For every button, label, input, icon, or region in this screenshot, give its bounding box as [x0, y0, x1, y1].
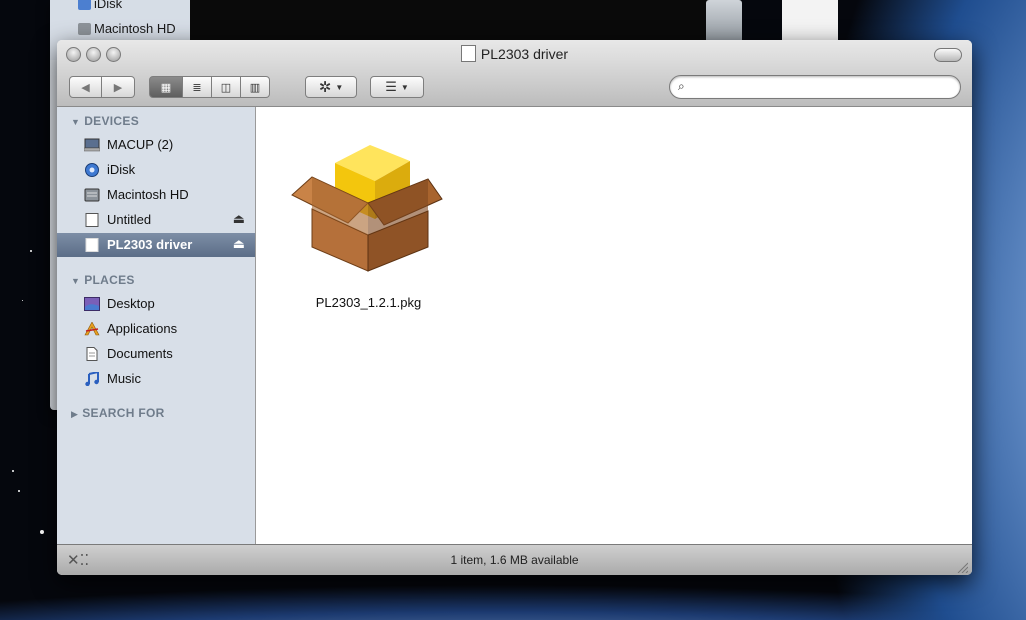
- sidebar-item-idisk[interactable]: iDisk: [57, 159, 255, 181]
- sidebar-item-pl2303-driver[interactable]: PL2303 driver ⏏: [57, 233, 255, 257]
- star: [40, 530, 44, 534]
- disclosure-triangle-icon: ▼: [71, 117, 81, 127]
- file-name: PL2303_1.2.1.pkg: [315, 295, 422, 310]
- window-title: PL2303 driver: [480, 46, 569, 62]
- disclosure-triangle-right-icon: ▶: [71, 409, 79, 419]
- sidebar-item-music[interactable]: Music: [57, 368, 255, 390]
- package-icon: [291, 145, 443, 272]
- star: [22, 300, 23, 301]
- column-view-button[interactable]: ◫: [212, 76, 241, 98]
- icon-view-button[interactable]: ▦: [149, 76, 183, 98]
- search-box[interactable]: ⌕: [669, 75, 961, 99]
- sidebar-section-devices[interactable]: ▼ DEVICES: [71, 114, 139, 128]
- sidebar-item-label: iDisk: [107, 162, 136, 177]
- finder-window: PL2303 driver ◀ ▶ ▦ ≣ ◫ ▥ ✲ ▼ ☰ ▼ ⌕ ▼ DE…: [57, 40, 972, 575]
- sidebar-item-desktop[interactable]: Desktop: [57, 293, 255, 315]
- chevron-down-icon: ▼: [400, 82, 409, 92]
- volume-icon: [85, 238, 99, 252]
- drive-thumbnail-icon: [706, 0, 742, 44]
- toggle-toolbar-button[interactable]: [934, 48, 962, 62]
- icon-view-icon: ▦: [160, 81, 172, 94]
- sidebar-item-label: Applications: [107, 321, 178, 336]
- eject-icon[interactable]: ⏏: [233, 236, 245, 252]
- arrange-icon: ☰: [385, 79, 397, 94]
- hard-drive-icon: [84, 188, 100, 202]
- idisk-icon: [78, 0, 91, 10]
- gear-icon: ✲: [318, 79, 332, 96]
- sidebar-item-untitled[interactable]: Untitled ⏏: [57, 209, 255, 231]
- forward-arrow-icon: ▶: [113, 81, 123, 94]
- sidebar-item-label: Documents: [107, 346, 173, 361]
- sidebar: ▼ DEVICES MACUP (2) iDisk Macintosh HD U…: [57, 107, 256, 544]
- eject-icon[interactable]: ⏏: [233, 211, 245, 227]
- sidebar-item-label: Desktop: [107, 296, 155, 311]
- sidebar-section-search-for[interactable]: ▶ SEARCH FOR: [71, 406, 165, 420]
- status-text: 1 item, 1.6 MB available: [450, 553, 579, 567]
- sidebar-item-documents[interactable]: Documents: [57, 343, 255, 365]
- computer-icon: [84, 138, 100, 152]
- volume-icon: [460, 45, 476, 62]
- hard-drive-icon: [78, 23, 91, 35]
- sidebar-item-label: Macintosh HD: [107, 187, 189, 202]
- coverflow-view-button[interactable]: ▥: [241, 76, 270, 98]
- arrange-group: ☰ ▼: [370, 76, 424, 98]
- arrange-menu-button[interactable]: ☰ ▼: [370, 76, 424, 98]
- background-sidebar-item: iDisk: [94, 0, 123, 11]
- window-title-area: PL2303 driver: [57, 45, 972, 62]
- resize-grip-icon[interactable]: [956, 561, 968, 573]
- sidebar-section-places[interactable]: ▼ PLACES: [71, 273, 135, 287]
- back-arrow-icon: ◀: [81, 81, 90, 94]
- section-title: PLACES: [84, 273, 135, 287]
- coverflow-view-icon: ▥: [249, 81, 261, 94]
- star: [30, 250, 32, 252]
- star: [12, 470, 14, 472]
- documents-icon: [86, 347, 98, 361]
- sidebar-item-label: Music: [107, 371, 141, 386]
- column-view-icon: ◫: [220, 81, 232, 94]
- music-icon: [85, 372, 99, 386]
- view-mode-group: ▦ ≣ ◫ ▥: [149, 76, 270, 98]
- background-sidebar-item: Macintosh HD: [94, 21, 176, 36]
- sidebar-item-macintosh-hd[interactable]: Macintosh HD: [57, 184, 255, 206]
- file-browser-area[interactable]: PL2303_1.2.1.pkg: [256, 107, 972, 544]
- list-view-icon: ≣: [192, 81, 202, 94]
- volume-icon: [85, 213, 99, 227]
- idisk-icon: [85, 163, 99, 177]
- search-icon: ⌕: [678, 79, 685, 93]
- star: [18, 490, 20, 492]
- section-title: SEARCH FOR: [82, 406, 165, 420]
- action-menu-button[interactable]: ✲ ▼: [305, 76, 357, 98]
- desktop-icon: [84, 297, 100, 311]
- list-view-button[interactable]: ≣: [183, 76, 212, 98]
- back-forward-group: ◀ ▶: [69, 76, 135, 98]
- forward-button[interactable]: ▶: [102, 76, 135, 98]
- sidebar-item-label: Untitled: [107, 212, 152, 227]
- titlebar[interactable]: PL2303 driver ◀ ▶ ▦ ≣ ◫ ▥ ✲ ▼ ☰ ▼ ⌕: [57, 40, 972, 107]
- chevron-down-icon: ▼: [335, 82, 344, 92]
- sidebar-item-macup[interactable]: MACUP (2): [57, 134, 255, 156]
- sidebar-item-applications[interactable]: Applications: [57, 318, 255, 340]
- action-group: ✲ ▼: [305, 76, 357, 98]
- search-input[interactable]: [694, 78, 953, 96]
- section-title: DEVICES: [84, 114, 140, 128]
- back-button[interactable]: ◀: [69, 76, 102, 98]
- sidebar-item-label: PL2303 driver: [107, 237, 193, 252]
- applications-icon: [84, 322, 100, 336]
- document-thumbnail-icon: [782, 0, 838, 44]
- status-bar: ✕⁚⁚ 1 item, 1.6 MB available: [57, 544, 972, 575]
- disclosure-triangle-icon: ▼: [71, 276, 81, 286]
- sidebar-item-label: MACUP (2): [107, 137, 174, 152]
